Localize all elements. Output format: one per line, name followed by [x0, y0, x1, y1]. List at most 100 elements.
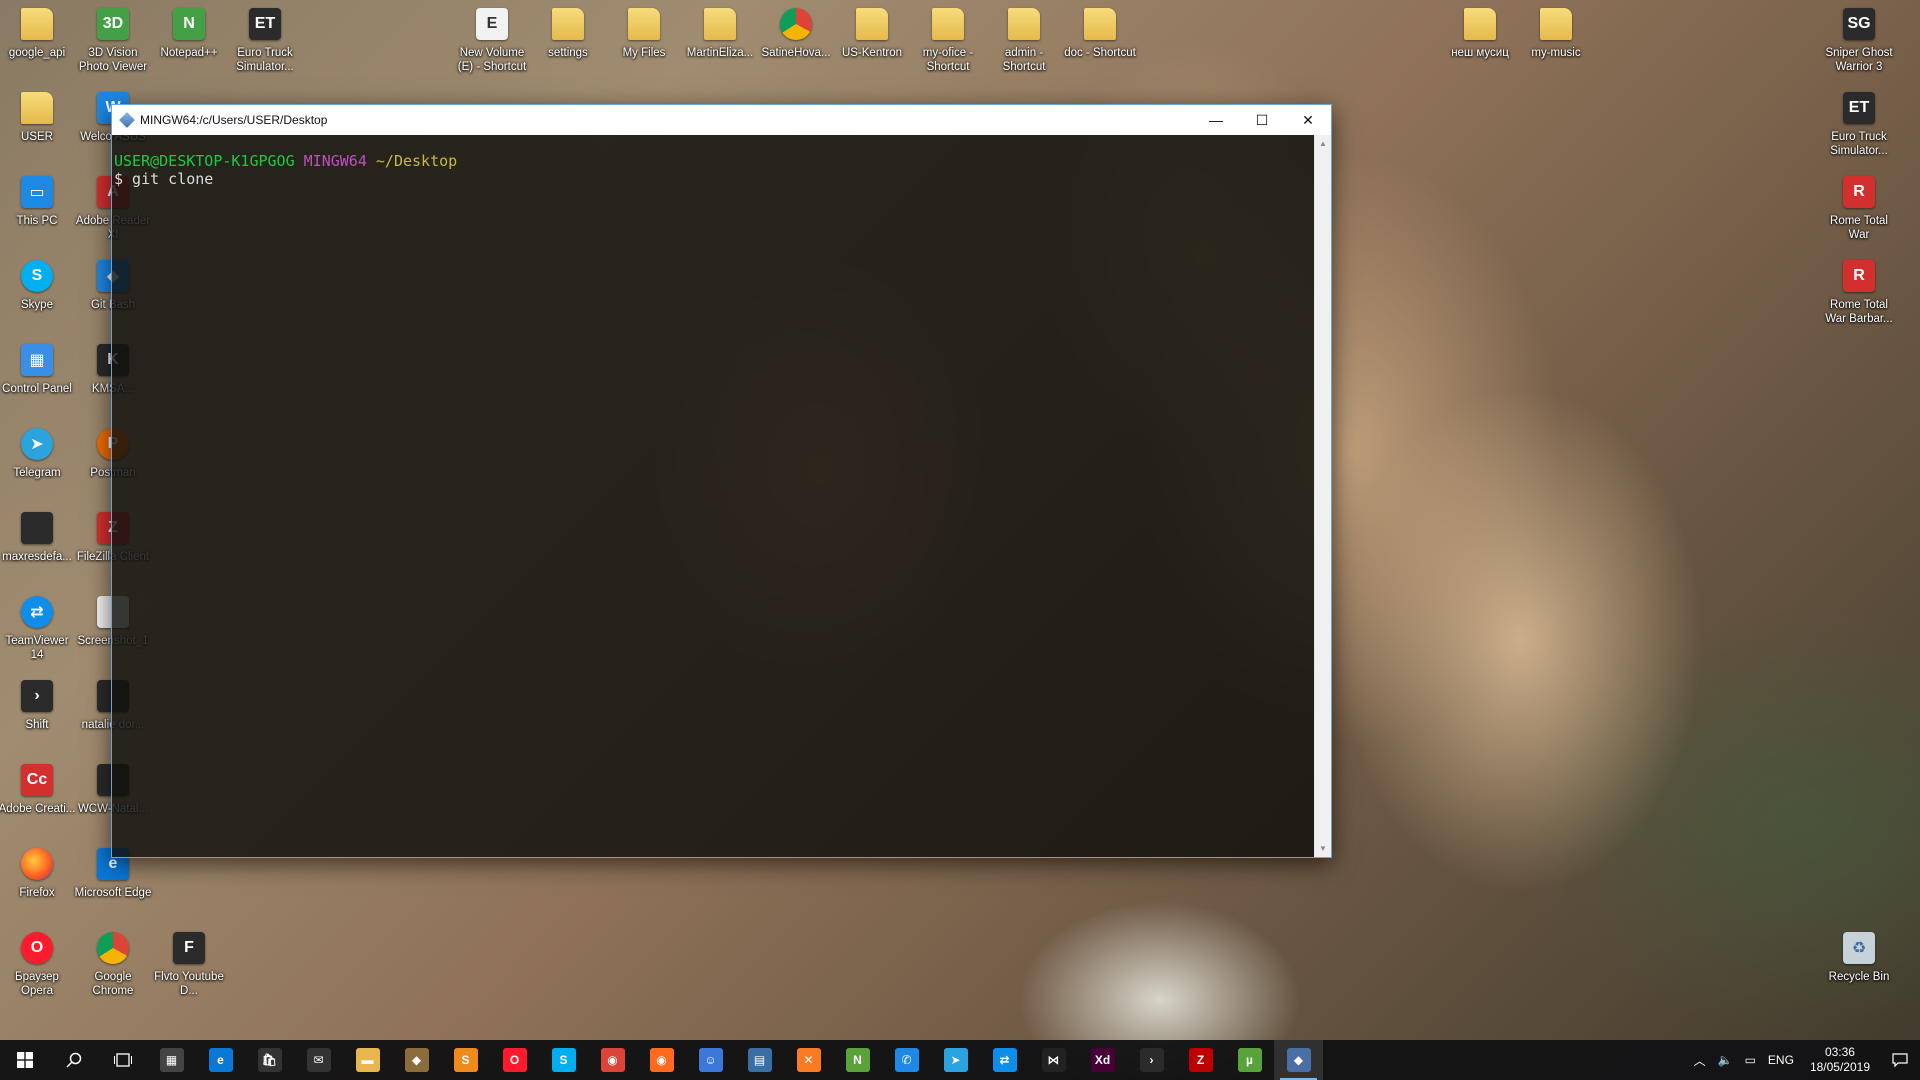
- taskbar-notepad-plus-button[interactable]: N: [833, 1040, 882, 1080]
- scroll-up-icon[interactable]: ▲: [1315, 135, 1331, 152]
- close-button[interactable]: ✕: [1285, 105, 1331, 135]
- taskbar-xampp-button[interactable]: ✕: [784, 1040, 833, 1080]
- taskbar-calculator-button[interactable]: ▦: [147, 1040, 196, 1080]
- taskbar-file-explorer-button[interactable]: ▬: [343, 1040, 392, 1080]
- desktop-icon-label: Control Panel: [2, 383, 72, 395]
- vertical-scrollbar[interactable]: ▲ ▼: [1314, 135, 1331, 857]
- app-icon: SG: [1843, 8, 1875, 40]
- desktop-icon[interactable]: E New Volume (E) - Shortcut: [455, 8, 529, 74]
- app-icon: S: [21, 260, 53, 292]
- taskbar-sublime-button[interactable]: S: [441, 1040, 490, 1080]
- scroll-down-icon[interactable]: ▼: [1315, 840, 1331, 857]
- desktop-icon[interactable]: admin - Shortcut: [987, 8, 1061, 74]
- taskbar-edge-button[interactable]: e: [196, 1040, 245, 1080]
- volume-icon[interactable]: 🔈: [1712, 1053, 1739, 1067]
- desktop-icon[interactable]: ▦ Control Panel: [0, 344, 74, 396]
- git-bash-icon: [119, 112, 135, 128]
- desktop-icon[interactable]: N Notepad++: [152, 8, 226, 60]
- git-bash-window[interactable]: MINGW64:/c/Users/USER/Desktop — ☐ ✕ USER…: [111, 104, 1332, 858]
- desktop-icon-label: my-music: [1531, 47, 1581, 59]
- taskbar-skype-button[interactable]: S: [539, 1040, 588, 1080]
- taskbar-shift-button[interactable]: ›: [1127, 1040, 1176, 1080]
- desktop-icon[interactable]: неш мусиц: [1443, 8, 1517, 60]
- desktop-icon[interactable]: doc - Shortcut: [1063, 8, 1137, 60]
- desktop-icon[interactable]: SatineHova...: [759, 8, 833, 60]
- action-center-button[interactable]: [1880, 1040, 1920, 1080]
- taskbar-app-blue-button[interactable]: ☺: [686, 1040, 735, 1080]
- desktop-icon-label: google_api: [8, 47, 66, 59]
- taskbar-bowtie-app-button[interactable]: ⋈: [1029, 1040, 1078, 1080]
- start-button[interactable]: [0, 1040, 49, 1080]
- taskbar-telegram-button[interactable]: ➤: [931, 1040, 980, 1080]
- taskbar-filezilla-button[interactable]: Z: [1176, 1040, 1225, 1080]
- desktop-icon-label: Euro Truck Simulator...: [236, 47, 294, 73]
- search-button[interactable]: [49, 1040, 98, 1080]
- windows-logo-icon: [16, 1052, 33, 1068]
- desktop-icon[interactable]: US-Kentron: [835, 8, 909, 60]
- desktop-icon[interactable]: my-ofice - Shortcut: [911, 8, 985, 74]
- desktop-icon[interactable]: ♻ Recycle Bin: [1822, 932, 1896, 984]
- window-titlebar[interactable]: MINGW64:/c/Users/USER/Desktop — ☐ ✕: [112, 105, 1331, 135]
- taskbar-git-bash-button[interactable]: ◆: [1274, 1040, 1323, 1080]
- desktop-icon-label: doc - Shortcut: [1064, 47, 1136, 59]
- taskbar-firefox-button[interactable]: ◉: [637, 1040, 686, 1080]
- desktop-icon[interactable]: USER: [0, 92, 74, 144]
- desktop-icon[interactable]: My Files: [607, 8, 681, 60]
- desktop-icon[interactable]: ▭ This PC: [0, 176, 74, 228]
- desktop-icon-label: TeamViewer 14: [5, 635, 69, 661]
- teamviewer-icon: ⇄: [992, 1048, 1017, 1072]
- maximize-button[interactable]: ☐: [1239, 105, 1285, 135]
- desktop-icon[interactable]: SG Sniper Ghost Warrior 3: [1822, 8, 1896, 74]
- desktop-icon[interactable]: › Shift: [0, 680, 74, 732]
- desktop-icon[interactable]: my-music: [1519, 8, 1593, 60]
- taskbar-messenger-button[interactable]: ✆: [882, 1040, 931, 1080]
- mail-icon: ✉: [306, 1048, 331, 1072]
- desktop-icon[interactable]: Cc Adobe Creati...: [0, 764, 75, 816]
- desktop-icon[interactable]: google_api: [0, 8, 74, 60]
- desktop-icon[interactable]: 3D 3D Vision Photo Viewer: [76, 8, 150, 74]
- desktop-icon[interactable]: ET Euro Truck Simulator...: [1822, 92, 1896, 158]
- taskbar-git-button[interactable]: ◆: [392, 1040, 441, 1080]
- desktop-icon[interactable]: F Flvto Youtube D...: [152, 932, 226, 998]
- taskbar-teamviewer-button[interactable]: ⇄: [980, 1040, 1029, 1080]
- desktop-icon[interactable]: Google Chrome: [76, 932, 150, 998]
- bowtie-app-icon: ⋈: [1041, 1048, 1066, 1072]
- desktop-icon[interactable]: maxresdefa...: [0, 512, 74, 564]
- taskbar-chrome-button[interactable]: ◉: [588, 1040, 637, 1080]
- taskbar-mail-button[interactable]: ✉: [294, 1040, 343, 1080]
- app-icon: ET: [249, 8, 281, 40]
- desktop-icon[interactable]: Firefox: [0, 848, 74, 900]
- network-icon[interactable]: ▭: [1739, 1053, 1762, 1067]
- taskbar: ▦ e 🛍 ✉ ▬ ◆ S O S ◉ ◉ ☺ ▤ ✕ N ✆ ➤ ⇄ ⋈ Xd › Zµ ◆ ︿ 🔈 ▭ ENG 03:3…: [0, 1040, 1920, 1080]
- taskbar-opera-button[interactable]: O: [490, 1040, 539, 1080]
- app-icon: ♻: [1843, 932, 1875, 964]
- taskbar-store-button[interactable]: 🛍: [245, 1040, 294, 1080]
- desktop-icon[interactable]: ➤ Telegram: [0, 428, 74, 480]
- desktop-icon[interactable]: ⇄ TeamViewer 14: [0, 596, 74, 662]
- desktop-icon[interactable]: R Rome Total War Barbar...: [1822, 260, 1896, 326]
- desktop-icon[interactable]: R Rome Total War: [1822, 176, 1896, 242]
- terminal-output[interactable]: USER@DESKTOP-K1GPGOG MINGW64 ~/Desktop $…: [112, 135, 1314, 857]
- desktop-icon[interactable]: S Skype: [0, 260, 74, 312]
- clock[interactable]: 03:36 18/05/2019: [1800, 1045, 1880, 1075]
- task-view-button[interactable]: [98, 1040, 147, 1080]
- desktop-icon[interactable]: ET Euro Truck Simulator...: [228, 8, 302, 74]
- taskbar-adobe-xd-button[interactable]: Xd: [1078, 1040, 1127, 1080]
- app-icon: [780, 8, 812, 40]
- taskbar-utorrent-button[interactable]: µ: [1225, 1040, 1274, 1080]
- desktop-icon-label: Google Chrome: [92, 971, 134, 997]
- desktop-icon[interactable]: O Браузер Opera: [0, 932, 74, 998]
- minimize-button[interactable]: —: [1193, 105, 1239, 135]
- desktop-icon[interactable]: settings: [531, 8, 605, 60]
- desktop-icon-label: Sniper Ghost Warrior 3: [1825, 47, 1893, 73]
- show-hidden-icons-icon[interactable]: ︿: [1688, 1052, 1712, 1069]
- desktop-icon[interactable]: MartinEliza...: [683, 8, 757, 60]
- desktop-icon-label: Telegram: [13, 467, 61, 479]
- opera-icon: O: [502, 1048, 527, 1072]
- desktop-icon-label: maxresdefa...: [2, 551, 72, 563]
- taskbar-network-app-button[interactable]: ▤: [735, 1040, 784, 1080]
- desktop-icon-label: Microsoft Edge: [74, 887, 152, 899]
- command-line[interactable]: $ git clone: [114, 170, 1314, 188]
- language-indicator[interactable]: ENG: [1762, 1053, 1800, 1067]
- chrome-icon: ◉: [600, 1048, 625, 1072]
